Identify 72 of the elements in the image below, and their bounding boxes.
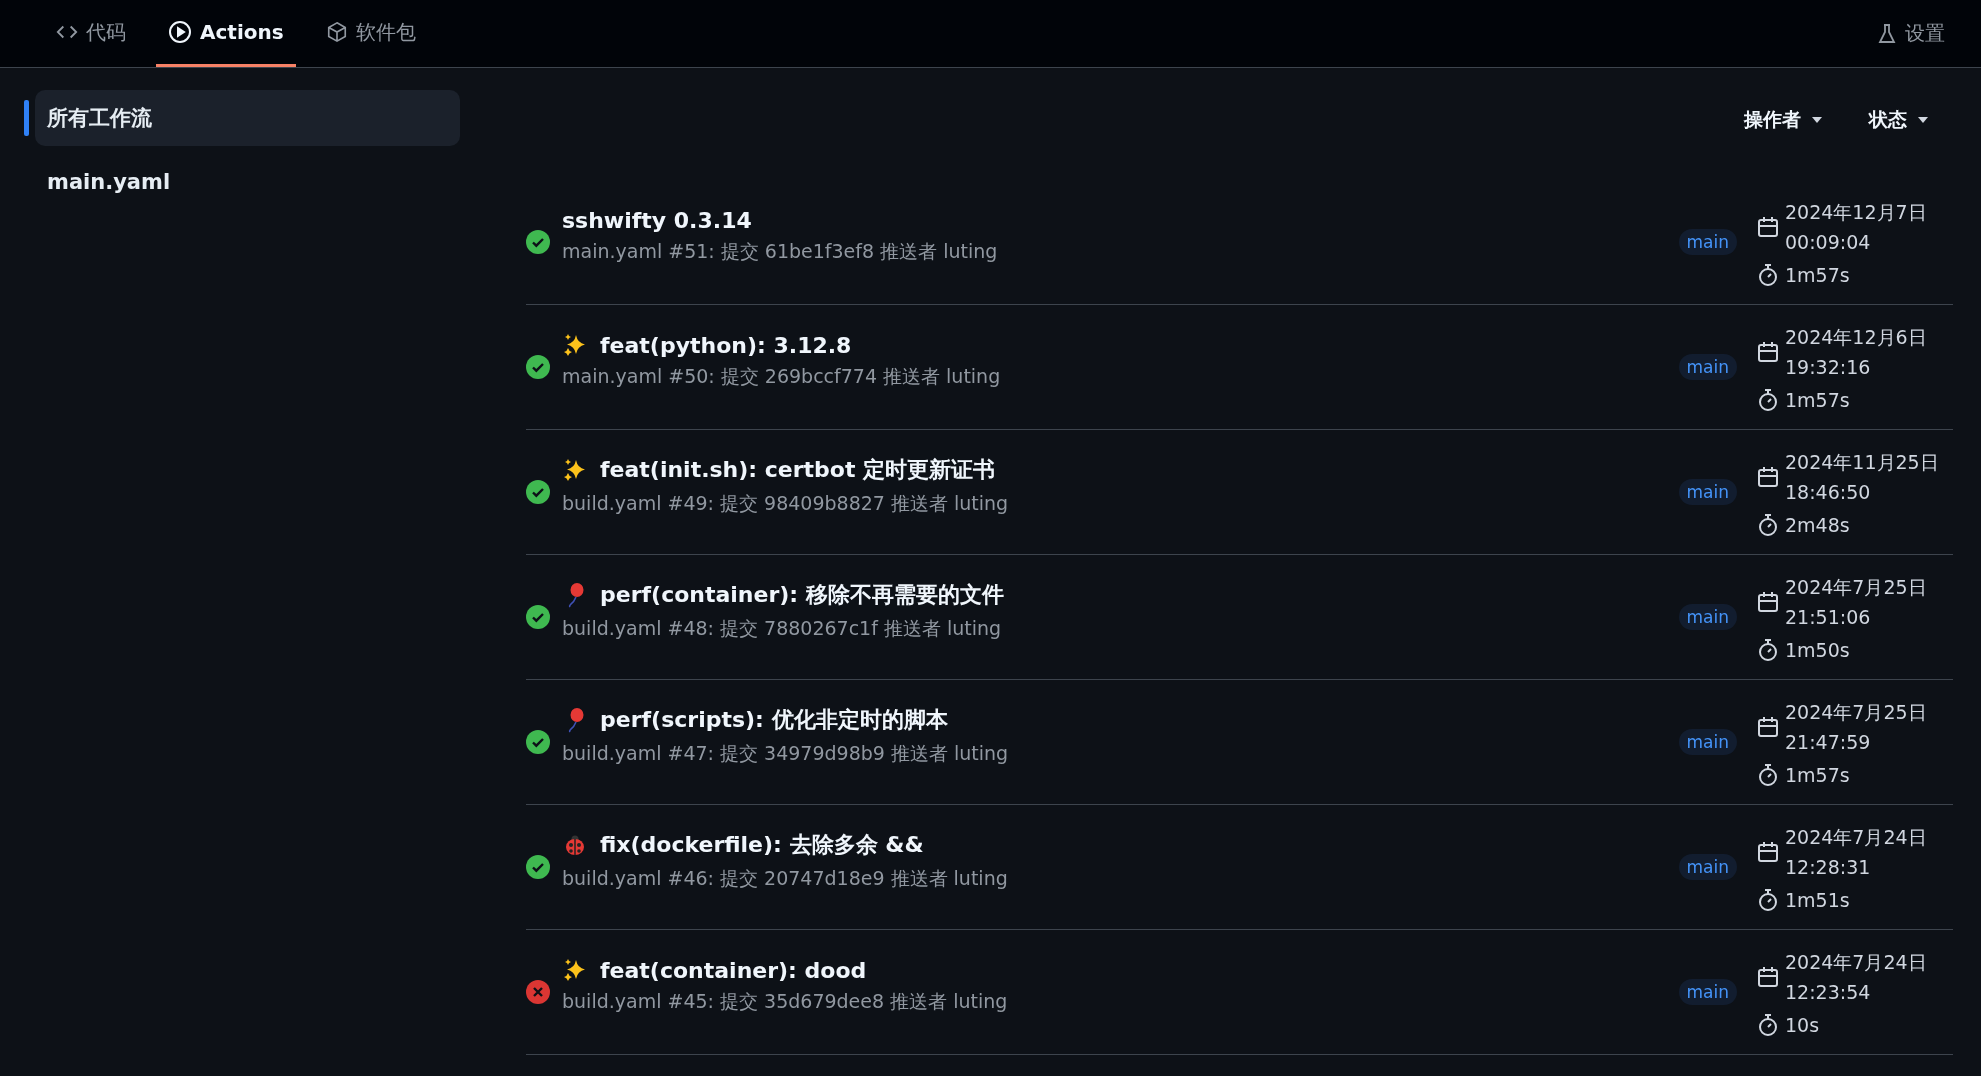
sparkles-icon bbox=[562, 957, 588, 983]
run-detail: main.yaml #51: 提交 61be1f3ef8 推送者 luting bbox=[562, 238, 999, 264]
run-title[interactable]: perf(scripts): 优化非定时的脚本 bbox=[600, 705, 948, 735]
calendar-icon bbox=[1757, 965, 1779, 989]
calendar-icon bbox=[1757, 340, 1779, 364]
run-time: 21:51:06 bbox=[1785, 605, 1872, 630]
run-date: 2024年12月6日 bbox=[1785, 325, 1927, 350]
run-title[interactable]: feat(python): 3.12.8 bbox=[600, 332, 852, 358]
nav-tab[interactable]: 软件包 bbox=[313, 0, 428, 67]
run-detail: build.yaml #45: 提交 35d679dee8 推送者 luting bbox=[562, 989, 1009, 1014]
branch-label: main bbox=[1678, 604, 1737, 630]
run-detail: build.yaml #46: 提交 20747d18e9 推送者 luting bbox=[562, 866, 1009, 891]
run-title[interactable]: feat(init.sh): certbot 定时更新证书 bbox=[600, 455, 996, 485]
run-duration: 1m57s bbox=[1785, 389, 1850, 411]
play-icon bbox=[168, 20, 192, 44]
nav-tab[interactable]: 代码 bbox=[44, 0, 138, 67]
sidebar-item[interactable]: 所有工作流 bbox=[35, 90, 460, 146]
run-duration: 10s bbox=[1785, 1014, 1820, 1036]
run-title[interactable]: fix(dockerfile): 去除多余 && bbox=[600, 830, 924, 860]
run-detail: build.yaml #48: 提交 7880267c1f 推送者 luting bbox=[562, 616, 1003, 641]
run-time: 00:09:04 bbox=[1785, 230, 1872, 255]
branch-label: main bbox=[1678, 979, 1737, 1005]
run-detail: main.yaml #50: 提交 269bccf774 推送者 luting bbox=[562, 364, 1002, 389]
flask-icon bbox=[1877, 22, 1897, 45]
run-time: 21:47:59 bbox=[1785, 730, 1872, 755]
caret-icon bbox=[1811, 116, 1823, 124]
run-time: 12:23:54 bbox=[1785, 980, 1872, 1005]
run-duration: 1m57s bbox=[1785, 264, 1850, 286]
calendar-icon bbox=[1757, 465, 1779, 489]
stopwatch-icon bbox=[1757, 263, 1779, 287]
stopwatch-icon bbox=[1757, 638, 1779, 662]
package-icon bbox=[325, 21, 348, 43]
sparkles-icon bbox=[562, 457, 588, 483]
stopwatch-icon bbox=[1757, 388, 1779, 412]
run-date: 2024年7月24日 bbox=[1785, 825, 1927, 850]
run-date: 2024年11月25日 bbox=[1785, 450, 1939, 475]
branch-label: main bbox=[1678, 729, 1737, 755]
run-time: 19:32:16 bbox=[1785, 355, 1872, 380]
run-time: 18:46:50 bbox=[1785, 480, 1872, 505]
sidebar-item[interactable]: main.yaml bbox=[35, 154, 460, 210]
calendar-icon bbox=[1757, 715, 1779, 739]
calendar-icon bbox=[1757, 840, 1779, 864]
run-title[interactable]: feat(container): dood bbox=[600, 957, 867, 983]
run-date: 2024年7月24日 bbox=[1785, 950, 1927, 975]
run-duration: 1m50s bbox=[1785, 639, 1850, 661]
branch-label: main bbox=[1678, 229, 1737, 255]
run-detail: build.yaml #47: 提交 34979d98b9 推送者 luting bbox=[562, 741, 1010, 766]
run-duration: 1m57s bbox=[1785, 764, 1850, 786]
stopwatch-icon bbox=[1757, 763, 1779, 787]
run-title[interactable]: perf(container): 移除不再需要的文件 bbox=[600, 580, 1004, 610]
run-detail: build.yaml #49: 提交 98409b8827 推送者 luting bbox=[562, 491, 1010, 516]
run-duration: 1m51s bbox=[1785, 889, 1850, 911]
nav-tab[interactable]: Actions bbox=[156, 0, 296, 67]
run-time: 12:28:31 bbox=[1785, 855, 1872, 880]
settings-link[interactable]: 设置 bbox=[1877, 0, 1945, 67]
branch-label: main bbox=[1678, 354, 1737, 380]
filter-dropdown[interactable]: 操作者 bbox=[1744, 108, 1823, 132]
run-date: 2024年7月25日 bbox=[1785, 700, 1927, 725]
run-date: 2024年12月7日 bbox=[1785, 200, 1927, 225]
sparkles-icon bbox=[562, 332, 588, 358]
run-title[interactable]: sshwifty 0.3.14 bbox=[562, 207, 752, 233]
filter-dropdown[interactable]: 状态 bbox=[1869, 108, 1929, 132]
stopwatch-icon bbox=[1757, 513, 1779, 537]
caret-icon bbox=[1917, 116, 1929, 124]
calendar-icon bbox=[1757, 215, 1779, 239]
branch-label: main bbox=[1678, 854, 1737, 880]
stopwatch-icon bbox=[1757, 1013, 1779, 1037]
stopwatch-icon bbox=[1757, 888, 1779, 912]
calendar-icon bbox=[1757, 590, 1779, 614]
run-date: 2024年7月25日 bbox=[1785, 575, 1927, 600]
branch-label: main bbox=[1678, 479, 1737, 505]
run-duration: 2m48s bbox=[1785, 514, 1850, 536]
